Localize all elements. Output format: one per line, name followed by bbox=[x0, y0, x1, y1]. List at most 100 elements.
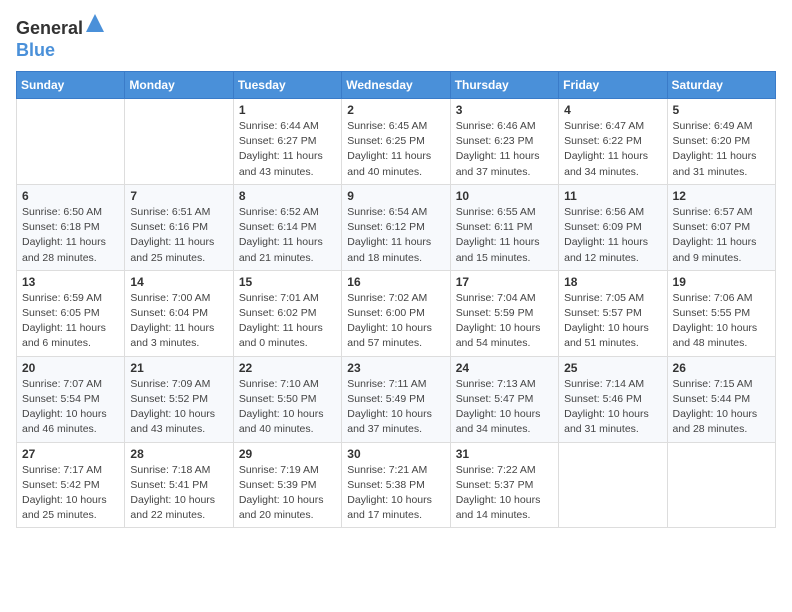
calendar-cell: 25 Sunrise: 7:14 AMSunset: 5:46 PMDayligh… bbox=[559, 356, 667, 442]
day-info: Sunrise: 7:06 AMSunset: 5:55 PMDaylight:… bbox=[673, 291, 770, 352]
day-number: 13 bbox=[22, 275, 119, 289]
day-info: Sunrise: 6:56 AMSunset: 6:09 PMDaylight:… bbox=[564, 205, 661, 266]
calendar-cell: 23 Sunrise: 7:11 AMSunset: 5:49 PMDayligh… bbox=[342, 356, 450, 442]
day-info: Sunrise: 7:11 AMSunset: 5:49 PMDaylight:… bbox=[347, 377, 444, 438]
day-number: 6 bbox=[22, 189, 119, 203]
day-number: 9 bbox=[347, 189, 444, 203]
calendar-cell: 19 Sunrise: 7:06 AMSunset: 5:55 PMDayligh… bbox=[667, 270, 775, 356]
day-info: Sunrise: 6:49 AMSunset: 6:20 PMDaylight:… bbox=[673, 119, 770, 180]
day-info: Sunrise: 7:13 AMSunset: 5:47 PMDaylight:… bbox=[456, 377, 553, 438]
calendar-cell: 14Sunrise: 7:00 AMSunset: 6:04 PMDayligh… bbox=[125, 270, 233, 356]
day-info: Sunrise: 7:00 AMSunset: 6:04 PMDaylight:… bbox=[130, 291, 227, 352]
calendar-cell: 10 Sunrise: 6:55 AMSunset: 6:11 PMDayligh… bbox=[450, 184, 558, 270]
day-number: 3 bbox=[456, 103, 553, 117]
calendar-cell: 15 Sunrise: 7:01 AMSunset: 6:02 PMDayligh… bbox=[233, 270, 341, 356]
calendar-cell: 30 Sunrise: 7:21 AMSunset: 5:38 PMDayligh… bbox=[342, 442, 450, 528]
calendar-cell: 21 Sunrise: 7:09 AMSunset: 5:52 PMDayligh… bbox=[125, 356, 233, 442]
day-number: 7 bbox=[130, 189, 227, 203]
day-number: 10 bbox=[456, 189, 553, 203]
day-number: 5 bbox=[673, 103, 770, 117]
calendar-cell: 4 Sunrise: 6:47 AMSunset: 6:22 PMDaylight… bbox=[559, 99, 667, 185]
day-number: 15 bbox=[239, 275, 336, 289]
calendar-cell: 27 Sunrise: 7:17 AMSunset: 5:42 PMDayligh… bbox=[17, 442, 125, 528]
day-info: Sunrise: 6:54 AMSunset: 6:12 PMDaylight:… bbox=[347, 205, 444, 266]
day-number: 1 bbox=[239, 103, 336, 117]
day-of-week-header: Wednesday bbox=[342, 72, 450, 99]
calendar-week-row: 27 Sunrise: 7:17 AMSunset: 5:42 PMDayligh… bbox=[17, 442, 776, 528]
calendar-week-row: 6 Sunrise: 6:50 AMSunset: 6:18 PMDaylight… bbox=[17, 184, 776, 270]
day-number: 25 bbox=[564, 361, 661, 375]
day-info: Sunrise: 7:02 AMSunset: 6:00 PMDaylight:… bbox=[347, 291, 444, 352]
day-info: Sunrise: 7:05 AMSunset: 5:57 PMDaylight:… bbox=[564, 291, 661, 352]
day-number: 17 bbox=[456, 275, 553, 289]
calendar-week-row: 1 Sunrise: 6:44 AMSunset: 6:27 PMDaylight… bbox=[17, 99, 776, 185]
calendar-cell: 29Sunrise: 7:19 AMSunset: 5:39 PMDayligh… bbox=[233, 442, 341, 528]
calendar-cell bbox=[17, 99, 125, 185]
calendar-cell: 1 Sunrise: 6:44 AMSunset: 6:27 PMDaylight… bbox=[233, 99, 341, 185]
day-info: Sunrise: 6:46 AMSunset: 6:23 PMDaylight:… bbox=[456, 119, 553, 180]
day-info: Sunrise: 7:19 AMSunset: 5:39 PMDaylight:… bbox=[239, 463, 336, 524]
calendar-cell bbox=[667, 442, 775, 528]
day-of-week-header: Tuesday bbox=[233, 72, 341, 99]
calendar-cell: 20Sunrise: 7:07 AMSunset: 5:54 PMDayligh… bbox=[17, 356, 125, 442]
day-info: Sunrise: 6:51 AMSunset: 6:16 PMDaylight:… bbox=[130, 205, 227, 266]
calendar-cell: 3 Sunrise: 6:46 AMSunset: 6:23 PMDaylight… bbox=[450, 99, 558, 185]
day-of-week-header: Saturday bbox=[667, 72, 775, 99]
day-info: Sunrise: 6:55 AMSunset: 6:11 PMDaylight:… bbox=[456, 205, 553, 266]
day-number: 18 bbox=[564, 275, 661, 289]
day-info: Sunrise: 7:04 AMSunset: 5:59 PMDaylight:… bbox=[456, 291, 553, 352]
calendar-week-row: 20Sunrise: 7:07 AMSunset: 5:54 PMDayligh… bbox=[17, 356, 776, 442]
day-info: Sunrise: 7:10 AMSunset: 5:50 PMDaylight:… bbox=[239, 377, 336, 438]
day-number: 26 bbox=[673, 361, 770, 375]
day-number: 19 bbox=[673, 275, 770, 289]
day-number: 16 bbox=[347, 275, 444, 289]
day-info: Sunrise: 7:01 AMSunset: 6:02 PMDaylight:… bbox=[239, 291, 336, 352]
day-number: 31 bbox=[456, 447, 553, 461]
day-info: Sunrise: 7:17 AMSunset: 5:42 PMDaylight:… bbox=[22, 463, 119, 524]
calendar-week-row: 13 Sunrise: 6:59 AMSunset: 6:05 PMDayligh… bbox=[17, 270, 776, 356]
day-info: Sunrise: 7:09 AMSunset: 5:52 PMDaylight:… bbox=[130, 377, 227, 438]
day-number: 11 bbox=[564, 189, 661, 203]
day-number: 23 bbox=[347, 361, 444, 375]
day-info: Sunrise: 6:52 AMSunset: 6:14 PMDaylight:… bbox=[239, 205, 336, 266]
day-info: Sunrise: 6:47 AMSunset: 6:22 PMDaylight:… bbox=[564, 119, 661, 180]
day-number: 12 bbox=[673, 189, 770, 203]
day-number: 27 bbox=[22, 447, 119, 461]
calendar-cell: 11 Sunrise: 6:56 AMSunset: 6:09 PMDayligh… bbox=[559, 184, 667, 270]
day-number: 20 bbox=[22, 361, 119, 375]
day-number: 22 bbox=[239, 361, 336, 375]
calendar-cell: 6 Sunrise: 6:50 AMSunset: 6:18 PMDaylight… bbox=[17, 184, 125, 270]
day-number: 30 bbox=[347, 447, 444, 461]
calendar-cell: 22 Sunrise: 7:10 AMSunset: 5:50 PMDayligh… bbox=[233, 356, 341, 442]
day-info: Sunrise: 7:21 AMSunset: 5:38 PMDaylight:… bbox=[347, 463, 444, 524]
calendar-cell: 8 Sunrise: 6:52 AMSunset: 6:14 PMDaylight… bbox=[233, 184, 341, 270]
day-info: Sunrise: 6:50 AMSunset: 6:18 PMDaylight:… bbox=[22, 205, 119, 266]
day-info: Sunrise: 7:14 AMSunset: 5:46 PMDaylight:… bbox=[564, 377, 661, 438]
calendar-table: SundayMondayTuesdayWednesdayThursdayFrid… bbox=[16, 71, 776, 528]
calendar-cell: 18 Sunrise: 7:05 AMSunset: 5:57 PMDayligh… bbox=[559, 270, 667, 356]
logo-text-general: General bbox=[16, 19, 83, 39]
calendar-cell: 24 Sunrise: 7:13 AMSunset: 5:47 PMDayligh… bbox=[450, 356, 558, 442]
logo: General Blue bbox=[16, 16, 104, 61]
day-info: Sunrise: 6:44 AMSunset: 6:27 PMDaylight:… bbox=[239, 119, 336, 180]
day-number: 28 bbox=[130, 447, 227, 461]
calendar-cell: 16 Sunrise: 7:02 AMSunset: 6:00 PMDayligh… bbox=[342, 270, 450, 356]
day-number: 24 bbox=[456, 361, 553, 375]
calendar-cell: 2Sunrise: 6:45 AMSunset: 6:25 PMDaylight… bbox=[342, 99, 450, 185]
day-number: 8 bbox=[239, 189, 336, 203]
calendar-cell: 12 Sunrise: 6:57 AMSunset: 6:07 PMDayligh… bbox=[667, 184, 775, 270]
calendar-cell: 7 Sunrise: 6:51 AMSunset: 6:16 PMDaylight… bbox=[125, 184, 233, 270]
day-of-week-header: Thursday bbox=[450, 72, 558, 99]
logo-text-blue: Blue bbox=[16, 40, 55, 60]
page-header: General Blue bbox=[16, 16, 776, 61]
calendar-cell: 13 Sunrise: 6:59 AMSunset: 6:05 PMDayligh… bbox=[17, 270, 125, 356]
day-number: 21 bbox=[130, 361, 227, 375]
day-number: 2 bbox=[347, 103, 444, 117]
day-info: Sunrise: 7:22 AMSunset: 5:37 PMDaylight:… bbox=[456, 463, 553, 524]
day-info: Sunrise: 6:59 AMSunset: 6:05 PMDaylight:… bbox=[22, 291, 119, 352]
day-info: Sunrise: 6:57 AMSunset: 6:07 PMDaylight:… bbox=[673, 205, 770, 266]
day-number: 4 bbox=[564, 103, 661, 117]
day-of-week-header: Monday bbox=[125, 72, 233, 99]
calendar-cell: 28Sunrise: 7:18 AMSunset: 5:41 PMDayligh… bbox=[125, 442, 233, 528]
calendar-cell bbox=[559, 442, 667, 528]
